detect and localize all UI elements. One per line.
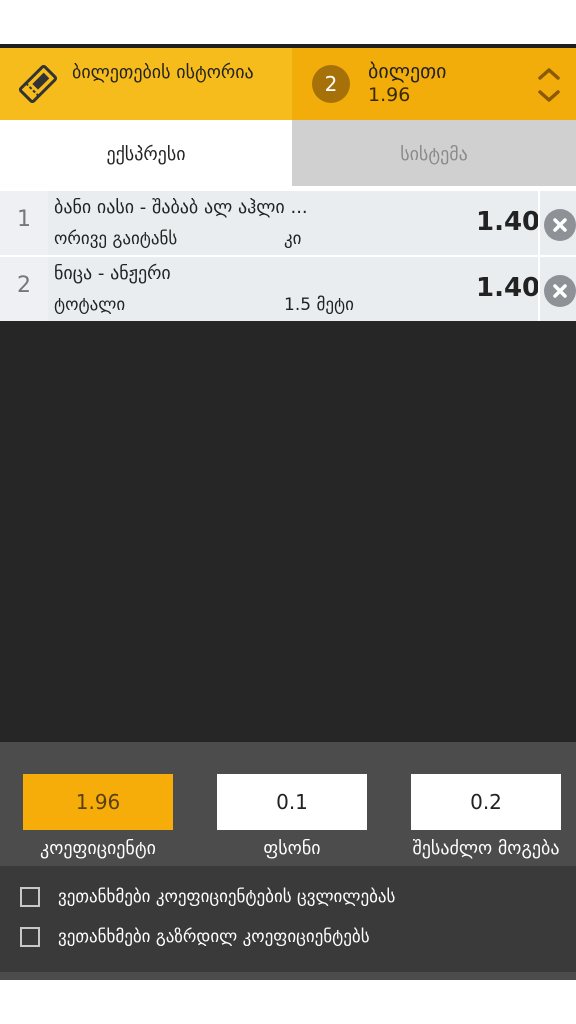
close-icon bbox=[553, 218, 567, 232]
ticket-history-label: ბილეთების ისტორია bbox=[72, 62, 254, 83]
bet-selection: 1.5 მეტი bbox=[284, 295, 354, 315]
ticket-history-button[interactable]: ბილეთების ისტორია bbox=[0, 48, 292, 120]
ticket-icon bbox=[18, 65, 58, 103]
bet-odds: 1.40 bbox=[476, 207, 541, 237]
ticket-title: ბილეთი bbox=[368, 59, 447, 83]
ticket-total-odds: 1.96 bbox=[368, 84, 411, 106]
divider bbox=[538, 257, 540, 321]
stake-label: ფსონი bbox=[263, 838, 321, 859]
bet-row: 2 ნიცა - ანჟერი ტოტალი 1.5 მეტი 1.40 bbox=[0, 257, 576, 323]
ticket-count-badge: 2 bbox=[312, 65, 350, 103]
bet-selection: კი bbox=[284, 229, 302, 249]
accept-increased-odds-checkbox[interactable] bbox=[20, 927, 40, 947]
odds-options: ვეთანხმები კოეფიციენტების ცვლილებას ვეთა… bbox=[0, 866, 576, 972]
empty-area bbox=[0, 321, 576, 742]
accept-odds-changes-checkbox[interactable] bbox=[20, 887, 40, 907]
possible-win-label: შესაძლო მოგება bbox=[412, 838, 560, 859]
bet-market: ტოტალი bbox=[54, 295, 126, 315]
ticket-toggle[interactable]: 2 ბილეთი 1.96 bbox=[292, 48, 576, 120]
betslip-header: ბილეთების ისტორია 2 ბილეთი 1.96 bbox=[0, 48, 576, 120]
tab-express[interactable]: ექსპრესი bbox=[0, 120, 292, 186]
accept-increased-odds-label: ვეთანხმები გაზრდილ კოეფიციენტებს bbox=[58, 927, 370, 947]
bet-match-name: ნიცა - ანჟერი bbox=[54, 263, 171, 284]
close-icon bbox=[553, 284, 567, 298]
accept-odds-changes-label: ვეთანხმები კოეფიციენტების ცვლილებას bbox=[58, 887, 396, 907]
remove-bet-button[interactable] bbox=[544, 209, 576, 241]
bet-number: 1 bbox=[0, 191, 48, 255]
possible-win-value: 0.2 bbox=[411, 774, 561, 830]
bet-market: ორივე გაიტანს bbox=[54, 229, 178, 249]
bet-row: 1 ბანი იასი - შაბაბ ალ აჰლი ... ორივე გა… bbox=[0, 191, 576, 257]
bet-summary: 1.96 0.1 0.2 კოეფიციენტი ფსონი შესაძლო მ… bbox=[0, 742, 576, 866]
stake-input[interactable]: 0.1 bbox=[217, 774, 367, 830]
tab-system[interactable]: სისტემა bbox=[292, 120, 576, 186]
bottom-strip bbox=[0, 972, 576, 980]
coefficient-label: კოეფიციენტი bbox=[40, 838, 156, 859]
divider bbox=[538, 191, 540, 255]
bet-number: 2 bbox=[0, 257, 48, 321]
bet-match-name: ბანი იასი - შაბაბ ალ აჰლი ... bbox=[54, 197, 308, 218]
bet-list: 1 ბანი იასი - შაბაბ ალ აჰლი ... ორივე გა… bbox=[0, 191, 576, 323]
remove-bet-button[interactable] bbox=[544, 275, 576, 307]
bet-type-tabs: ექსპრესი სისტემა bbox=[0, 120, 576, 186]
bet-odds: 1.40 bbox=[476, 273, 541, 303]
total-coefficient-value: 1.96 bbox=[23, 774, 173, 830]
chevron-up-down-icon[interactable] bbox=[536, 64, 562, 106]
